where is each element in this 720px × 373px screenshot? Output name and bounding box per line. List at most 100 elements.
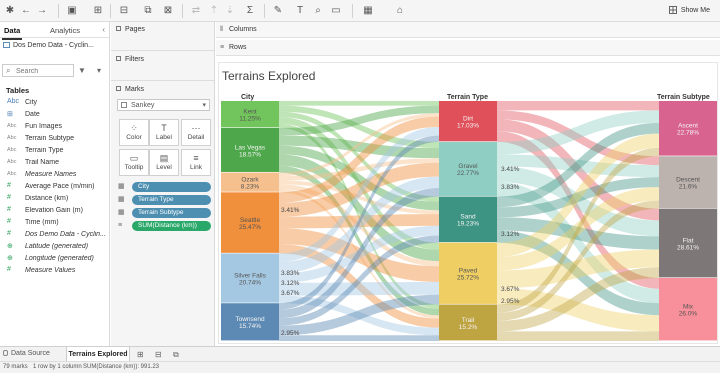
undo-icon[interactable]: ← xyxy=(20,5,32,17)
field-type-icon: # xyxy=(7,194,11,201)
field-item[interactable]: ⊕ Latitude (generated) xyxy=(0,241,108,253)
node-label: Paved xyxy=(459,268,478,275)
field-pill[interactable]: City xyxy=(132,182,211,192)
field-item[interactable]: # Time (mm) xyxy=(0,217,108,229)
totals-icon[interactable]: Σ xyxy=(244,5,256,17)
color-icon: ⁘ xyxy=(130,123,138,133)
filters-label: Filters xyxy=(125,56,145,63)
link-button[interactable]: ≡ Link xyxy=(181,149,211,176)
card-divider xyxy=(111,80,214,81)
field-pill[interactable]: SUM(Distance (km)) xyxy=(132,221,211,231)
rows-icon: ≡ xyxy=(220,44,225,51)
columns-shelf[interactable]: ⦀ Columns xyxy=(216,22,720,38)
sort-ascending-icon[interactable]: ⇡ xyxy=(208,5,220,17)
field-type-icon: ⊕ xyxy=(7,243,13,250)
field-item[interactable]: Abc Trail Name xyxy=(0,157,108,169)
node-value: 25.72% xyxy=(457,275,479,282)
node-value: 19.23% xyxy=(457,221,479,228)
search-input[interactable] xyxy=(16,66,72,76)
show-me-button[interactable]: Show Me xyxy=(668,5,710,17)
field-item[interactable]: # Distance (km) xyxy=(0,193,108,205)
status-sum: SUM(Distance (km)): 991.23 xyxy=(83,364,160,370)
detail-button[interactable]: ⋯ Detail xyxy=(181,119,211,146)
field-item[interactable]: # Elevation Gain (m) xyxy=(0,205,108,217)
level-label: Level xyxy=(156,164,172,171)
field-item[interactable]: Abc Terrain Type xyxy=(0,145,108,157)
field-pill[interactable]: Terrain Subtype xyxy=(132,208,211,218)
presentation-icon[interactable]: ▦ xyxy=(362,5,374,17)
filters-card-title[interactable]: Filters xyxy=(116,56,144,63)
detail-icon: ⋯ xyxy=(191,123,201,133)
rows-shelf[interactable]: ≡ Rows xyxy=(216,40,720,56)
field-item[interactable]: ⊕ Longitude (generated) xyxy=(0,253,108,265)
worksheet-view[interactable]: Terrains Explored Kent 11.25% Las Vegas 18.… xyxy=(218,62,718,344)
node-value: 8.23% xyxy=(241,183,260,190)
size-icon[interactable]: ≡ xyxy=(118,222,126,230)
pages-card-title[interactable]: Pages xyxy=(116,26,145,33)
field-item[interactable]: # Dos Demo Data - Cyclin... xyxy=(0,229,108,241)
column-header: City xyxy=(241,94,254,101)
clear-sheet-icon[interactable]: ⊠ xyxy=(162,5,174,17)
color-button[interactable]: ⁘ Color xyxy=(119,119,149,146)
tab-data-source[interactable]: Data Source xyxy=(3,350,50,357)
marks-type-dropdown[interactable]: Sankey ▾ xyxy=(117,99,210,111)
field-item[interactable]: # Average Pace (m/min) xyxy=(0,181,108,193)
format-icon[interactable]: ⌕ xyxy=(312,5,324,17)
save-icon[interactable]: ▣ xyxy=(66,5,78,17)
search-field[interactable]: ⌕ xyxy=(2,64,74,77)
tab-data[interactable]: Data xyxy=(1,26,23,40)
sankey-icon xyxy=(121,102,127,108)
field-name: Terrain Subtype xyxy=(25,135,75,142)
filter-icon[interactable]: ▼ xyxy=(78,66,86,75)
node-label: Mix xyxy=(683,303,694,310)
new-worksheet-tab-icon[interactable]: ⊞ xyxy=(137,350,144,359)
flow-label: 3.83% xyxy=(501,184,520,191)
sort-descending-icon[interactable]: ⇣ xyxy=(224,5,236,17)
collapse-pane-icon[interactable]: ‹ xyxy=(102,25,105,34)
highlight-icon[interactable]: ✎ xyxy=(272,5,284,17)
labels-icon[interactable]: T xyxy=(294,5,306,17)
fields-menu-icon[interactable]: ▾ xyxy=(97,66,101,75)
new-story-tab-icon[interactable]: ⧉ xyxy=(173,350,179,360)
new-dashboard-tab-icon[interactable]: ⊟ xyxy=(155,350,162,359)
sankey-link[interactable] xyxy=(497,331,659,341)
swap-icon[interactable]: ⇄ xyxy=(190,5,202,17)
flow-label: 3.41% xyxy=(501,166,520,173)
new-worksheet-icon[interactable]: ⊟ xyxy=(118,5,130,17)
detail-icon[interactable]: ▦ xyxy=(118,196,126,204)
field-item[interactable]: # Measure Values xyxy=(0,265,108,277)
chevron-down-icon: ▾ xyxy=(202,102,206,109)
tableau-logo-icon[interactable]: ✱ xyxy=(4,5,16,17)
datasource-item[interactable]: Dos Demo Data - Cyclin... xyxy=(3,42,94,49)
marks-type-value: Sankey xyxy=(131,102,155,109)
tab-data-source-label: Data Source xyxy=(11,350,50,357)
status-rows-cols: 1 row by 1 column xyxy=(33,364,82,370)
field-item[interactable]: Abc Fun Images xyxy=(0,121,108,133)
sankey-link[interactable] xyxy=(279,101,439,106)
field-type-icon: Abc xyxy=(7,171,17,177)
detail-icon[interactable]: ▦ xyxy=(118,183,126,191)
duplicate-sheet-icon[interactable]: ⧉ xyxy=(142,5,154,17)
label-button[interactable]: T Label xyxy=(149,119,179,146)
detail-icon[interactable]: ▦ xyxy=(118,209,126,217)
tooltip-button[interactable]: ▭ Tooltip xyxy=(119,149,149,176)
field-item[interactable]: Abc Terrain Subtype xyxy=(0,133,108,145)
column-header: Terrain Subtype xyxy=(657,94,710,101)
sankey-link[interactable] xyxy=(279,335,439,341)
columns-text: Columns xyxy=(229,26,257,33)
tab-analytics[interactable]: Analytics xyxy=(50,26,80,35)
field-item[interactable]: Abc Measure Names xyxy=(0,169,108,181)
level-icon: ▤ xyxy=(159,153,169,163)
sankey-link[interactable] xyxy=(497,101,659,111)
tooltip-icon[interactable]: ⌂ xyxy=(394,5,406,17)
tab-terrains-explored[interactable]: Terrains Explored xyxy=(66,347,130,362)
redo-icon[interactable]: → xyxy=(36,5,48,17)
field-pill[interactable]: Terrain Type xyxy=(132,195,211,205)
field-item[interactable]: Abc City xyxy=(0,97,108,109)
data-pane: Data Analytics ‹ Dos Demo Data - Cyclin.… xyxy=(0,22,110,346)
new-datasource-icon[interactable]: ⊞ xyxy=(92,5,104,17)
fit-icon[interactable]: ▭ xyxy=(330,5,342,17)
field-item[interactable]: ⊞ Date xyxy=(0,109,108,121)
level-button[interactable]: ▤ Level xyxy=(149,149,179,176)
flow-label: 3.41% xyxy=(281,207,300,214)
